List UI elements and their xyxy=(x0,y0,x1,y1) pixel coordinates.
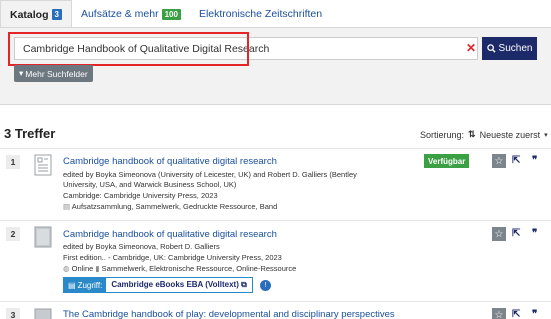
result-title-link[interactable]: The Cambridge handbook of play: developm… xyxy=(63,309,395,319)
result-number: 3 xyxy=(6,308,20,319)
clear-icon[interactable]: ✕ xyxy=(466,41,476,55)
globe-icon: ◍ xyxy=(63,264,70,273)
external-link-icon: ⧉ xyxy=(241,280,247,289)
star-icon[interactable]: ☆ xyxy=(492,308,506,319)
divider xyxy=(0,148,551,149)
search-button[interactable]: Suchen xyxy=(482,37,537,60)
tab-bar: Katalog 3 Aufsätze & mehr 100 Elektronis… xyxy=(0,0,551,28)
divider xyxy=(0,301,551,302)
divider xyxy=(0,220,551,221)
search-panel: Cambridge Handbook of Qualitative Digita… xyxy=(0,27,551,105)
access-value: Cambridge eBooks EBA (Volltext) ⧉ xyxy=(106,280,252,290)
results-count: 3 Treffer xyxy=(4,126,56,141)
tab-label: Elektronische Zeitschriften xyxy=(198,8,323,20)
sort-label: Sortierung: xyxy=(420,129,465,140)
access-label: Zugriff: xyxy=(77,280,103,290)
export-icon[interactable]: ⇱ xyxy=(512,228,520,239)
export-icon[interactable]: ⇱ xyxy=(512,155,520,166)
quote-icon[interactable]: ❞ xyxy=(532,155,537,166)
tab-aufsaetze[interactable]: Aufsätze & mehr 100 xyxy=(72,0,190,28)
ebook-icon xyxy=(34,308,52,319)
chevron-down-icon: ▾ xyxy=(544,131,548,139)
availability-badge[interactable]: Verfügbar xyxy=(424,154,470,168)
document-icon: ▤ xyxy=(68,280,76,290)
sort-value: Neueste zuerst xyxy=(479,129,541,140)
result-edition: First edition.. - Cambridge, UK: Cambrid… xyxy=(63,253,282,262)
result-format: ▤ Aufsatzsammlung, Sammelwerk, Gedruckte… xyxy=(63,202,277,212)
result-format: ◍ Online ▮ Sammelwerk, Elektronische Res… xyxy=(63,264,296,274)
export-icon[interactable]: ⇱ xyxy=(512,309,520,319)
count-badge: 3 xyxy=(51,9,62,20)
tab-ezeitschriften[interactable]: Elektronische Zeitschriften xyxy=(190,0,331,28)
sort-icon: ⇅ xyxy=(468,129,476,139)
result-publisher: Cambridge: Cambridge University Press, 2… xyxy=(63,191,218,200)
result-authors: edited by Boyka Simeonova (University of… xyxy=(63,170,357,179)
quote-icon[interactable]: ❞ xyxy=(532,309,537,319)
book-icon: ▤ xyxy=(63,202,71,211)
tab-label: Aufsätze & mehr xyxy=(80,8,159,20)
star-icon[interactable]: ☆ xyxy=(492,227,506,241)
star-icon[interactable]: ☆ xyxy=(492,154,506,168)
search-icon xyxy=(486,44,496,53)
result-authors: edited by Boyka Simeonova, Robert D. Gal… xyxy=(63,242,220,251)
search-button-label: Suchen xyxy=(498,43,533,54)
chevron-down-icon: ▾ xyxy=(19,68,24,78)
result-authors-cont: University, USA, and Warwick Business Sc… xyxy=(63,180,237,189)
result-format-text: Aufsatzsammlung, Sammelwerk, Gedruckte R… xyxy=(71,202,278,211)
sort-control[interactable]: Sortierung: ⇅ Neueste zuerst ▾ xyxy=(420,129,548,140)
quote-icon[interactable]: ❞ xyxy=(532,228,537,239)
chat-icon[interactable]: ! xyxy=(260,280,271,291)
tab-katalog[interactable]: Katalog 3 xyxy=(0,0,72,28)
result-online: Online xyxy=(71,264,94,273)
result-number: 1 xyxy=(6,155,20,169)
more-fields-label: Mehr Suchfelder xyxy=(25,68,88,79)
access-button[interactable]: ▤ Zugriff: Cambridge eBooks EBA (Volltex… xyxy=(63,277,253,293)
ebook-icon xyxy=(34,226,52,248)
result-title-link[interactable]: Cambridge handbook of qualitative digita… xyxy=(63,229,277,240)
highlight-box xyxy=(8,32,249,66)
result-format-text: Sammelwerk, Elektronische Ressource, Onl… xyxy=(101,264,297,273)
count-badge: 100 xyxy=(161,8,181,20)
result-title-link[interactable]: Cambridge handbook of qualitative digita… xyxy=(63,156,277,167)
book-icon xyxy=(34,154,52,176)
tab-label: Katalog xyxy=(10,8,49,21)
access-label-box: ▤ Zugriff: xyxy=(64,278,107,292)
access-value-text: Cambridge eBooks EBA (Volltext) xyxy=(111,280,239,289)
more-fields-button[interactable]: ▾ Mehr Suchfelder xyxy=(14,65,93,82)
ebook-icon: ▮ xyxy=(95,264,100,273)
result-number: 2 xyxy=(6,227,20,241)
